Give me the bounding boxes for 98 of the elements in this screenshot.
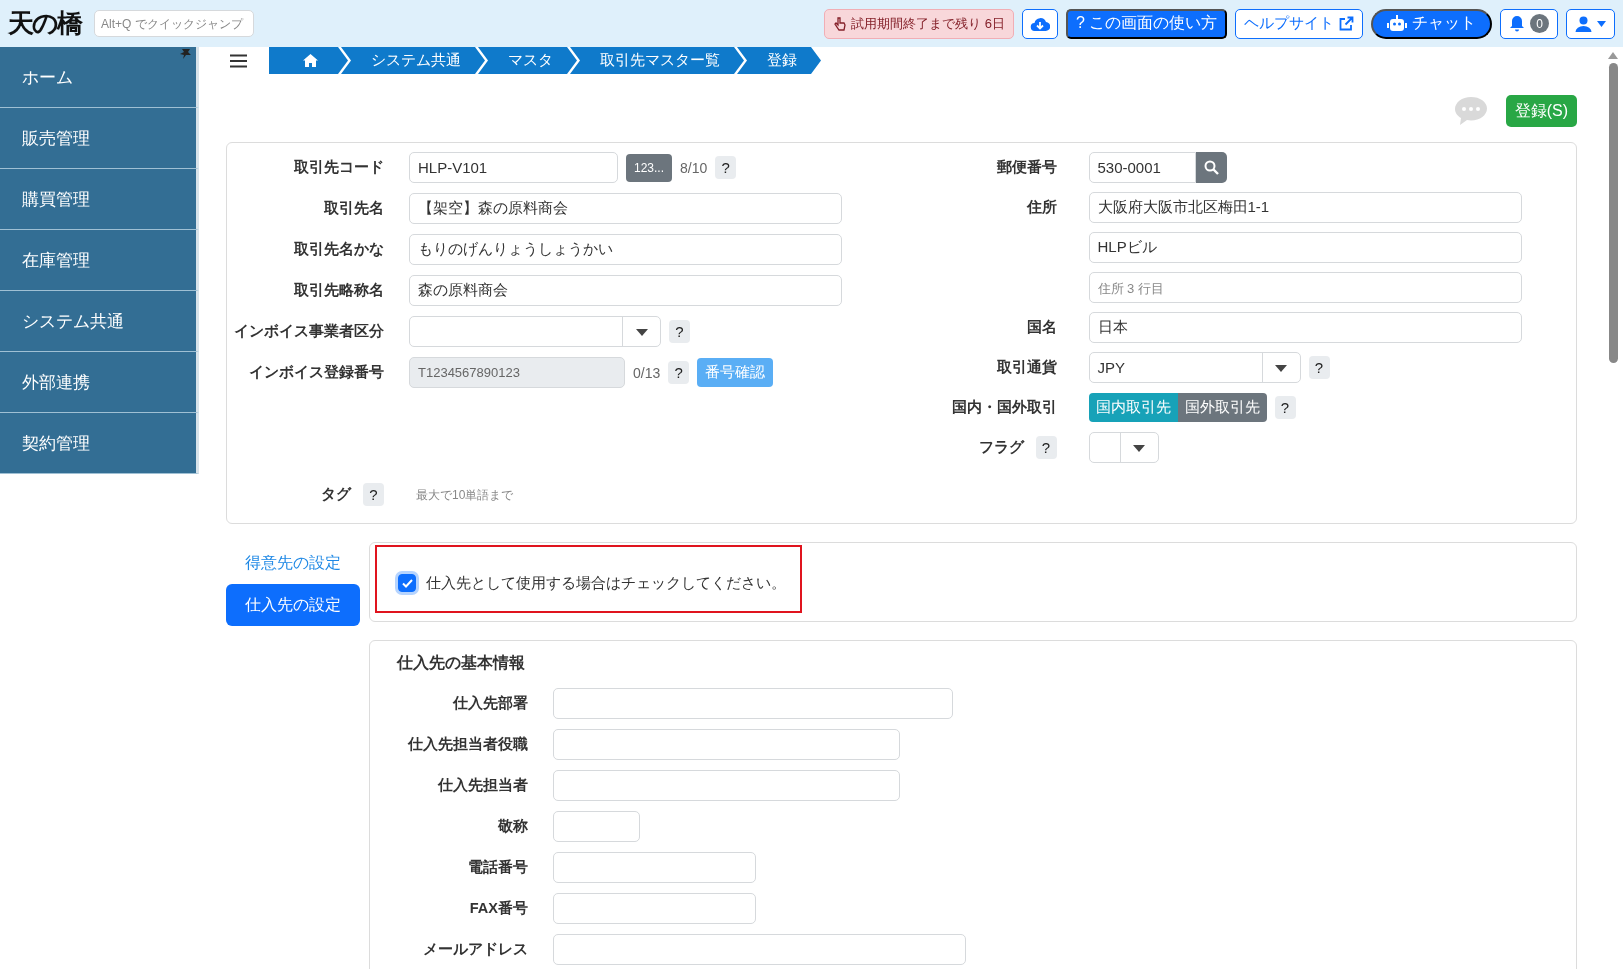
sidebar-item[interactable]: 購買管理 xyxy=(0,169,199,230)
notification-count: 0 xyxy=(1530,14,1549,33)
hand-pointer-icon xyxy=(833,16,847,31)
cloud-download-icon xyxy=(1029,15,1050,32)
sidebar-item[interactable]: 在庫管理 xyxy=(0,230,199,291)
field-label: インボイス事業者区分 xyxy=(234,322,384,341)
input-field[interactable]: 住所 3 行目 xyxy=(1088,272,1522,303)
pin-icon xyxy=(179,48,193,60)
input-field[interactable]: もりのげんりょうしょうかい xyxy=(409,234,842,265)
toggle-option[interactable]: 国外取引先 xyxy=(1177,393,1267,422)
input-field[interactable]: 【架空】森の原料商会 xyxy=(409,193,842,224)
help-button[interactable]: ? xyxy=(1035,436,1057,459)
help-button[interactable]: ? xyxy=(1274,396,1296,419)
postal-code-field[interactable]: 530-0001 xyxy=(1088,152,1196,183)
auto-number-button[interactable]: 123... xyxy=(626,153,672,182)
field-label: 電話番号 xyxy=(468,858,528,877)
field-label: 取引先略称名 xyxy=(294,281,384,300)
user-icon xyxy=(1575,15,1592,32)
field-label: 住所 xyxy=(1026,198,1057,217)
code-field[interactable]: HLP-V101 xyxy=(409,152,618,183)
field-label: 取引先コード xyxy=(294,158,384,177)
input-field[interactable]: 大阪府大阪市北区梅田1-1 xyxy=(1088,192,1522,223)
logo: 天の橋 xyxy=(8,7,83,40)
scroll-up-icon xyxy=(1608,52,1618,59)
input-field[interactable]: HLPビル xyxy=(1088,232,1522,263)
settings-tab[interactable]: 得意先の設定 xyxy=(226,542,360,584)
caret-icon xyxy=(634,326,649,337)
help-button[interactable]: ? xyxy=(715,156,737,179)
tag-input[interactable]: 最大で10単語まで xyxy=(409,486,609,503)
char-counter: 8/10 xyxy=(680,159,708,176)
breadcrumb-item[interactable]: 登録 xyxy=(737,47,821,74)
field-label: メールアドレス xyxy=(423,940,528,959)
char-counter: 0/13 xyxy=(633,364,661,381)
checkbox-label: 仕入先として使用する場合はチェックしてください。 xyxy=(426,573,786,593)
search-icon xyxy=(1203,160,1219,175)
field-label: タグ xyxy=(321,485,351,504)
sidebar-item[interactable]: 契約管理 xyxy=(0,413,199,474)
help-button[interactable]: ? xyxy=(669,320,690,343)
input-field[interactable] xyxy=(553,893,756,924)
input-field[interactable]: 日本 xyxy=(1088,312,1522,343)
breadcrumb-item[interactable]: システム共通 xyxy=(341,47,485,74)
field-label: FAX番号 xyxy=(469,899,528,918)
section-title: 仕入先の基本情報 xyxy=(397,653,525,673)
scrollbar-thumb[interactable] xyxy=(1608,63,1618,363)
select-field[interactable] xyxy=(409,316,661,347)
trial-notice: 試用期間終了まで残り 6日 xyxy=(824,8,1014,39)
input-field[interactable] xyxy=(553,852,756,883)
breadcrumb-item[interactable]: マスタ xyxy=(478,47,577,74)
settings-tab[interactable]: 仕入先の設定 xyxy=(226,584,360,626)
field-label: 国名 xyxy=(1026,318,1057,337)
field-label: インボイス登録番号 xyxy=(249,363,384,382)
quick-jump-field[interactable]: Alt+Q でクイックジャンプ xyxy=(94,10,254,37)
user-menu-button[interactable] xyxy=(1566,8,1615,39)
chat-button[interactable]: チャット xyxy=(1371,8,1493,39)
caret-icon xyxy=(1132,442,1146,453)
cloud-download-button[interactable] xyxy=(1021,8,1058,39)
input-field[interactable] xyxy=(553,770,900,801)
field-label: 仕入先部署 xyxy=(453,694,528,713)
field-label: 取引先名 xyxy=(324,199,384,218)
field-label: 取引通貨 xyxy=(996,358,1057,377)
notification-button[interactable]: 0 xyxy=(1500,8,1558,39)
field-label: 国内・国外取引 xyxy=(951,398,1057,417)
input-field[interactable] xyxy=(553,811,640,842)
field-label: フラグ xyxy=(978,438,1024,457)
checkbox[interactable] xyxy=(398,574,416,592)
field-label: 郵便番号 xyxy=(996,158,1057,177)
how-to-button[interactable]: ? この画面の使い方 xyxy=(1065,8,1228,39)
input-field[interactable]: 森の原料商会 xyxy=(409,275,842,306)
external-link-icon xyxy=(1339,16,1355,31)
select-field[interactable]: JPY xyxy=(1088,352,1301,383)
help-site-link[interactable]: ヘルプサイト xyxy=(1235,8,1364,39)
sidebar-item[interactable]: 販売管理 xyxy=(0,108,199,169)
select-field[interactable] xyxy=(1088,432,1159,463)
sidebar-item[interactable]: 外部連携 xyxy=(0,352,199,413)
field-label: 敬称 xyxy=(498,817,528,836)
sidebar-item[interactable]: ホーム xyxy=(0,47,199,108)
check-icon xyxy=(401,578,413,588)
home-icon xyxy=(303,54,318,67)
input-field[interactable] xyxy=(553,934,966,965)
robot-icon xyxy=(1387,15,1408,32)
help-button[interactable]: ? xyxy=(363,483,384,506)
search-button[interactable] xyxy=(1195,152,1227,183)
sidebar-item[interactable]: システム共通 xyxy=(0,291,199,352)
help-button[interactable]: ? xyxy=(1308,356,1330,379)
chat-bubble-icon xyxy=(1453,96,1488,126)
field-label: 仕入先担当者 xyxy=(438,776,528,795)
field-label: 仕入先担当者役職 xyxy=(408,735,528,754)
caret-icon xyxy=(1274,362,1288,373)
toggle-option[interactable]: 国内取引先 xyxy=(1088,393,1178,422)
bell-icon xyxy=(1509,15,1526,32)
input-field[interactable] xyxy=(553,688,953,719)
menu-icon xyxy=(230,53,247,68)
caret-icon xyxy=(1597,20,1606,27)
breadcrumb-item[interactable]: 取引先マスター覧 xyxy=(570,47,744,74)
save-button[interactable]: 登録(S) xyxy=(1505,95,1577,127)
field-label: 取引先名かな xyxy=(294,240,384,259)
input-field[interactable] xyxy=(553,729,900,760)
breadcrumb-home[interactable] xyxy=(269,47,348,74)
